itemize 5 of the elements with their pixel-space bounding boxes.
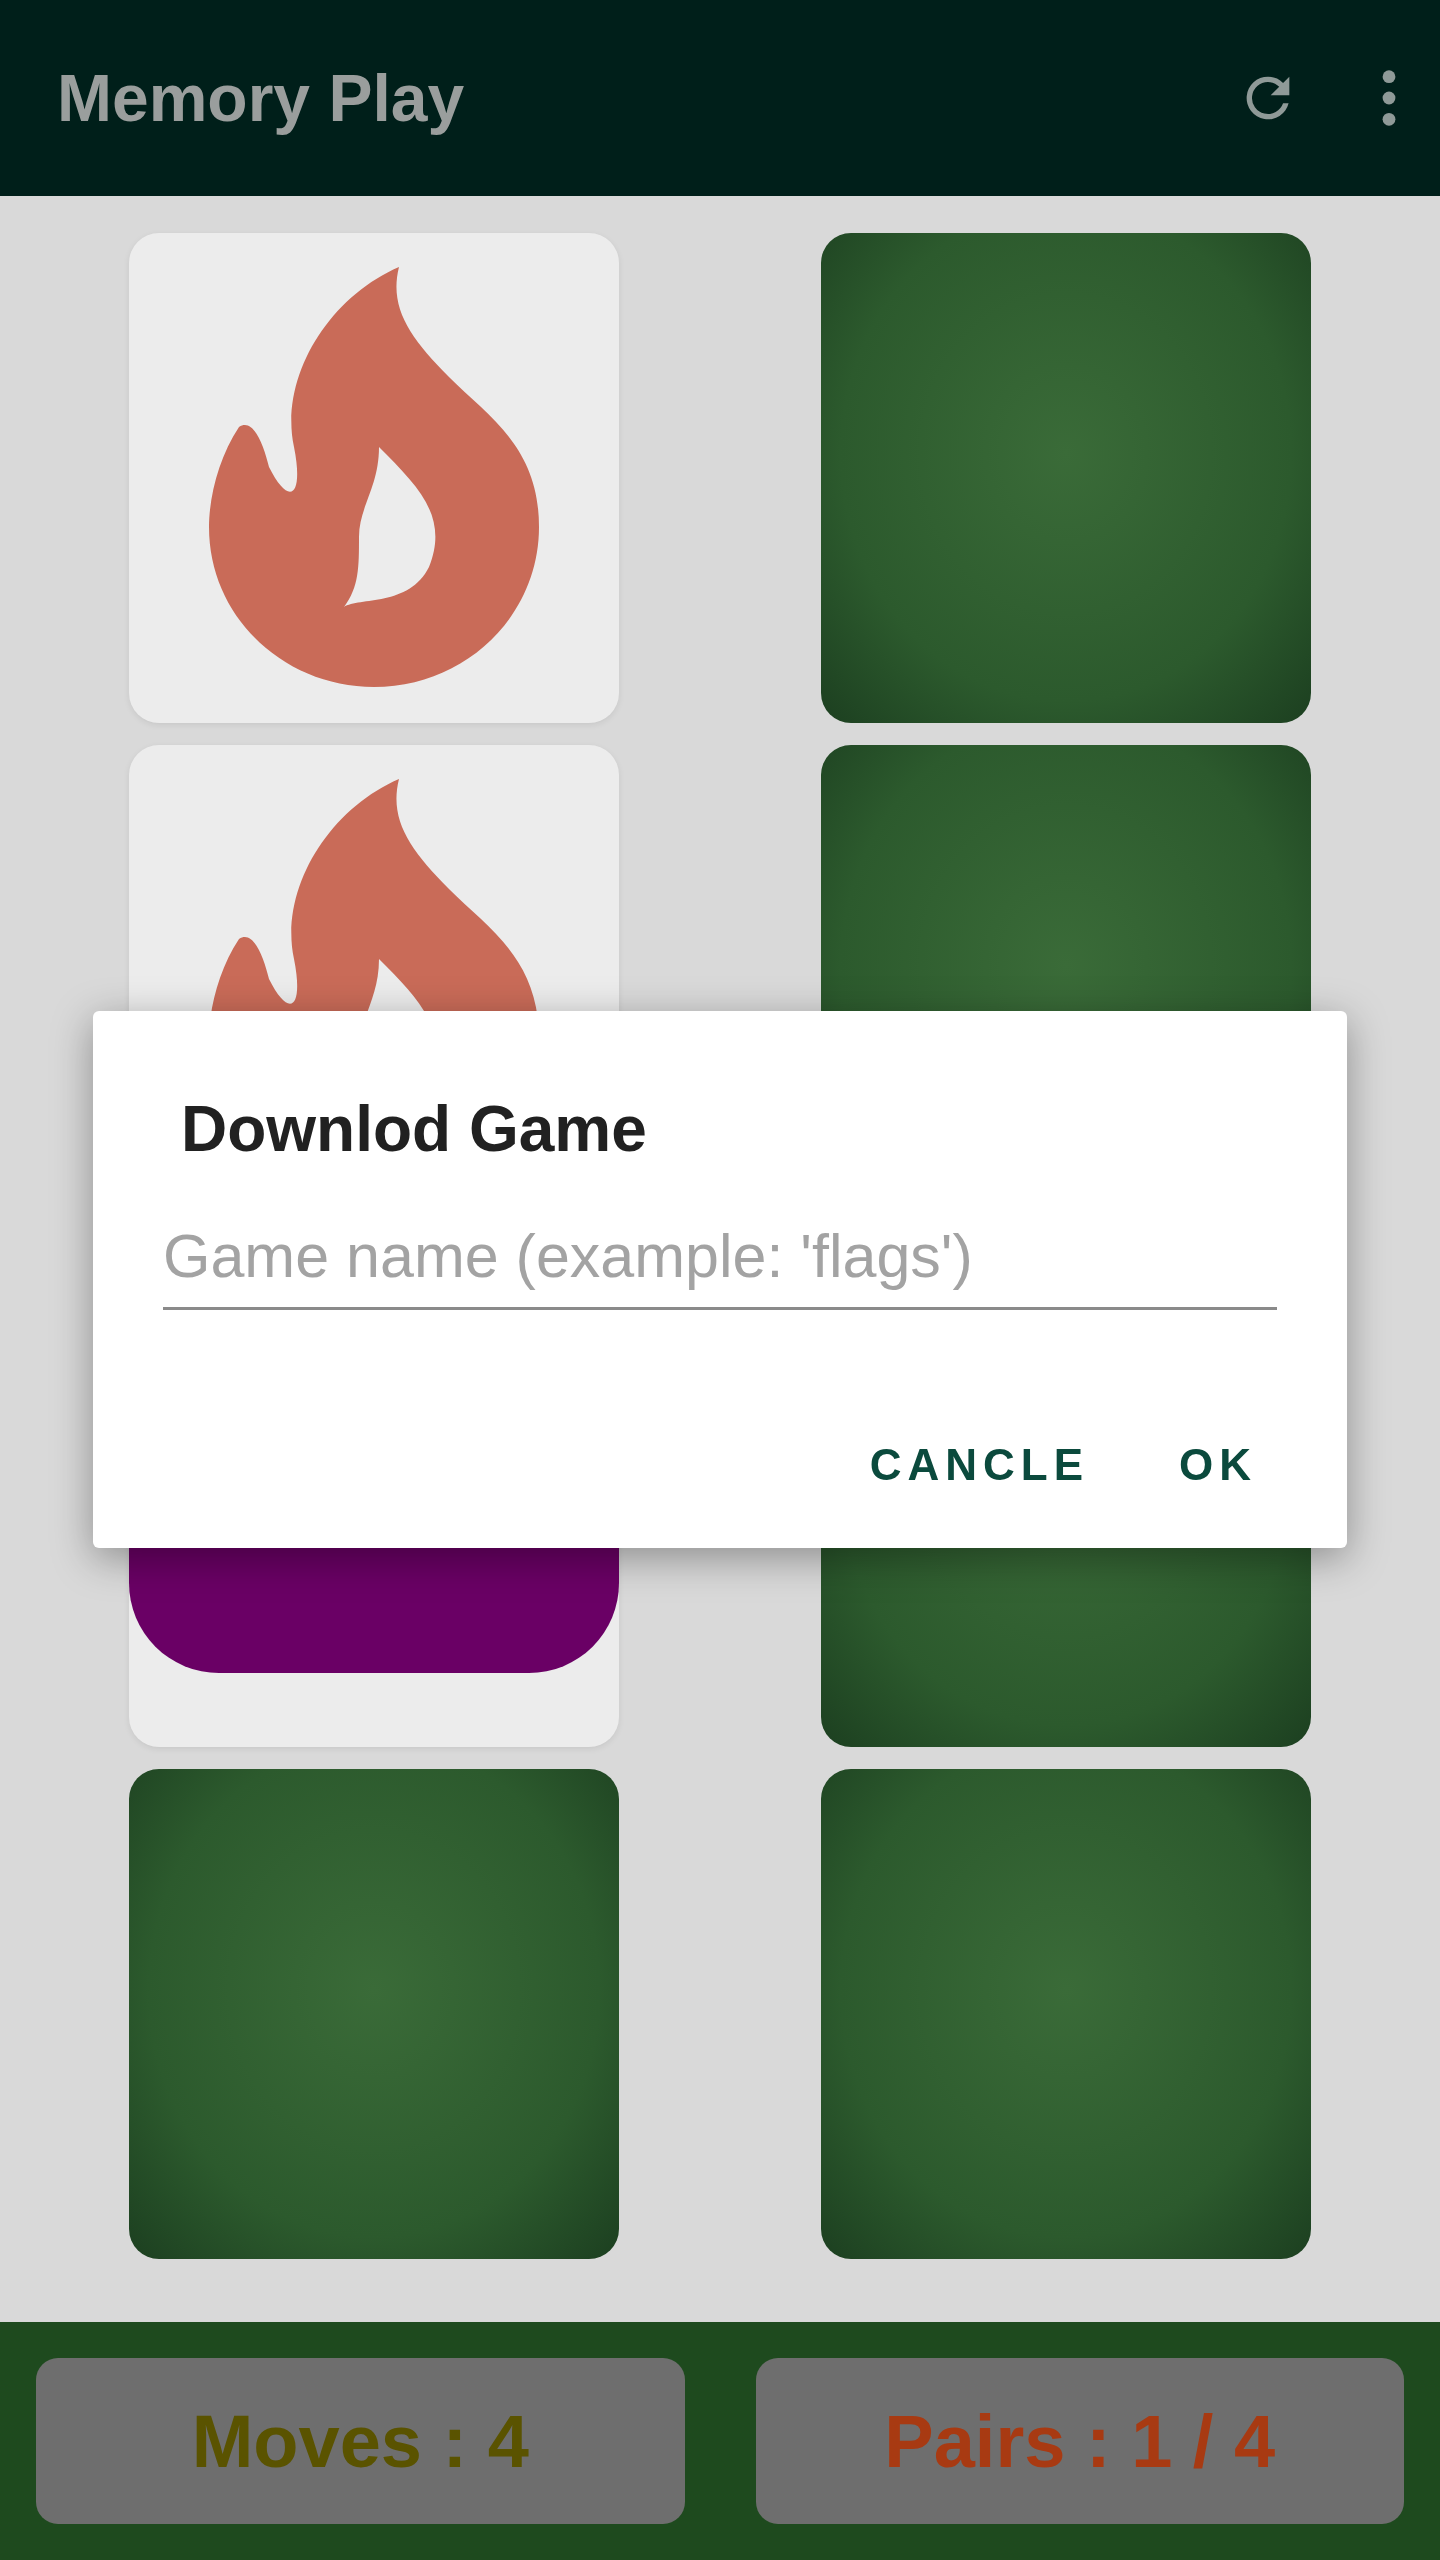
- flame-icon: [209, 267, 539, 687]
- app-title: Memory Play: [57, 59, 465, 137]
- dialog-title: Downlod Game: [181, 1092, 647, 1167]
- dialog-button[interactable]: CANCLE: [849, 1421, 1109, 1508]
- dialog-button[interactable]: OK: [1159, 1421, 1277, 1508]
